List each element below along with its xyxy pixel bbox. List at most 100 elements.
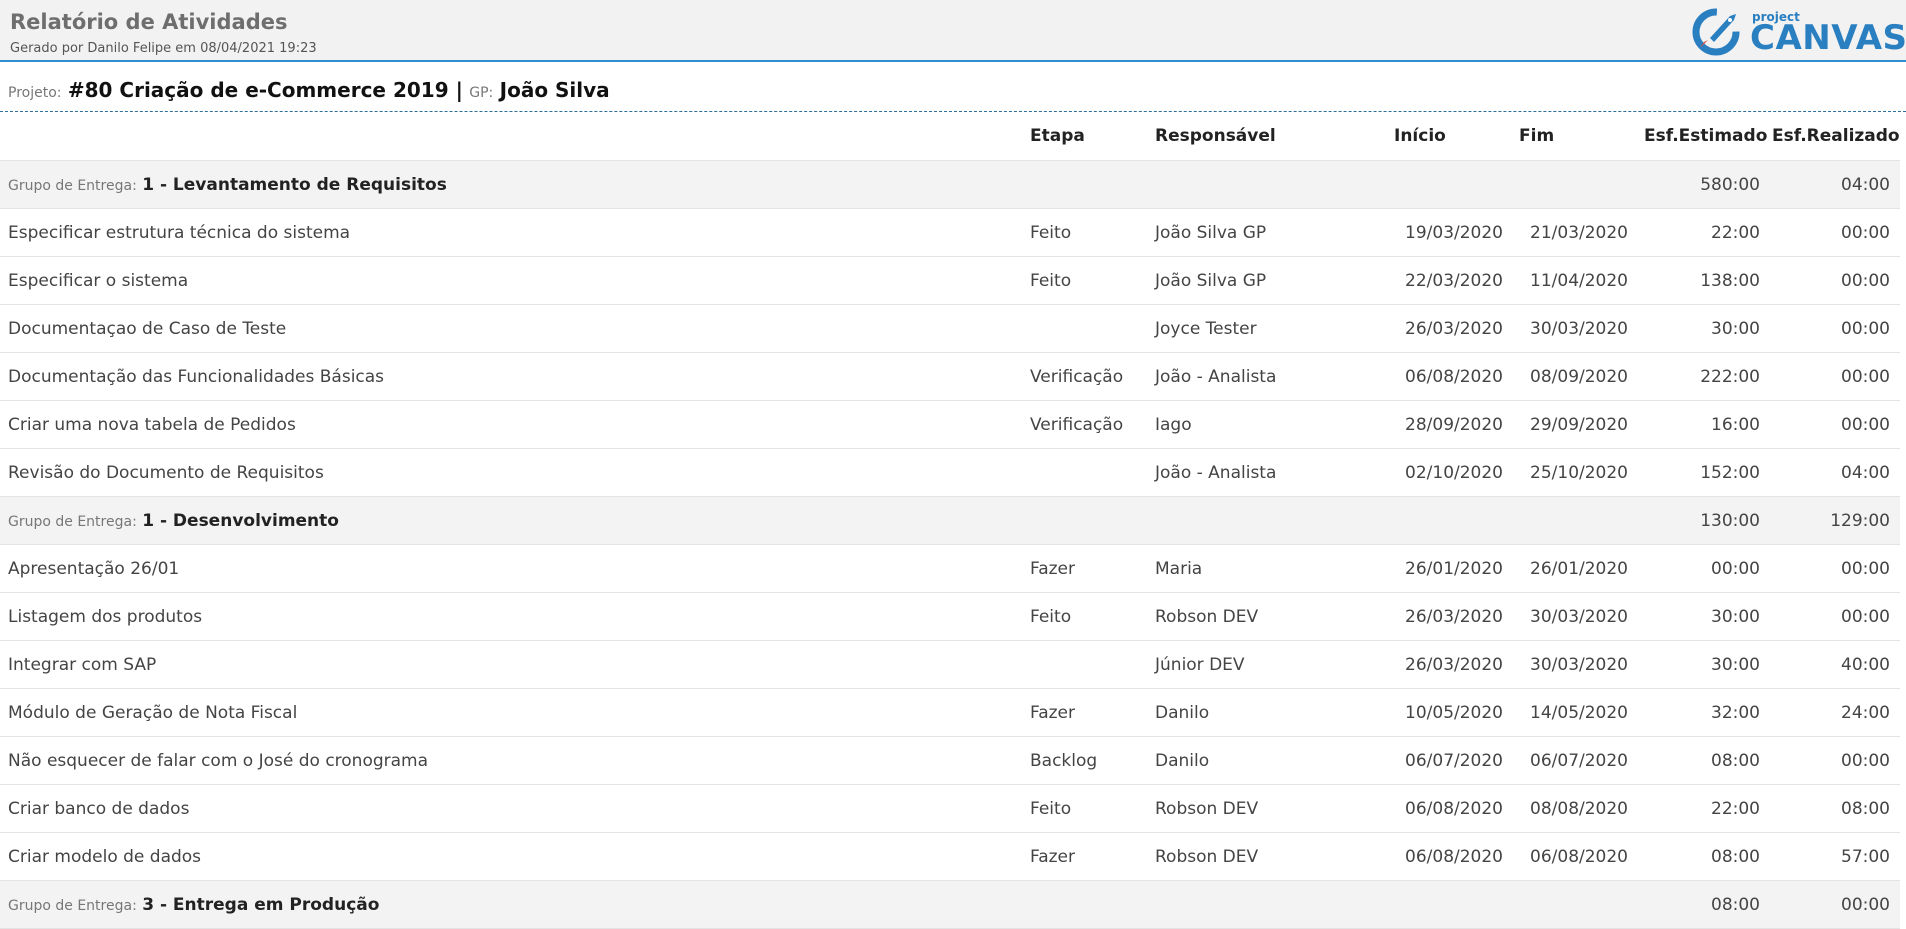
project-name: #80 Criação de e-Commerce 2019 |	[67, 78, 463, 102]
activity-fim: 11/04/2020	[1517, 256, 1642, 305]
activity-description: Criar modelo de dados	[0, 832, 1022, 881]
table-row: Módulo de Geração de Nota Fiscal Fazer Dan…	[0, 688, 1900, 737]
activity-fim: 08/08/2020	[1517, 784, 1642, 833]
table-row: Não esquecer de falar com o José do cron…	[0, 736, 1900, 785]
group-title-cell: Grupo de Entrega: 3 - Entrega em Produçã…	[0, 880, 1642, 929]
logo-canvas-text: CANVAS	[1750, 18, 1906, 58]
activity-esf-estimado: 00:00	[1642, 544, 1770, 593]
column-header-inicio: Início	[1392, 112, 1517, 161]
group-label: Grupo de Entrega:	[8, 897, 137, 914]
activity-responsavel: Robson DEV	[1147, 592, 1392, 641]
table-row: Criar uma nova tabela de Pedidos Verifica…	[0, 400, 1900, 449]
activity-inicio: 10/05/2020	[1392, 688, 1517, 737]
table-row: Criar banco de dados Feito Robson DEV 06/08…	[0, 784, 1900, 833]
activity-etapa	[1022, 448, 1147, 497]
table-row: Listagem dos produtos Feito Robson DEV 26/0…	[0, 592, 1900, 641]
activity-description: Especificar estrutura técnica do sistema	[0, 208, 1022, 257]
project-canvas-logo: project CANVAS	[1690, 4, 1906, 60]
activity-etapa	[1022, 304, 1147, 353]
activity-fim: 30/03/2020	[1517, 304, 1642, 353]
activity-description: Não esquecer de falar com o José do cron…	[0, 736, 1022, 785]
activity-inicio: 26/03/2020	[1392, 640, 1517, 689]
activity-esf-estimado: 22:00	[1642, 784, 1770, 833]
activity-etapa: Feito	[1022, 592, 1147, 641]
activity-responsavel: Iago	[1147, 400, 1392, 449]
activity-responsavel: João Silva GP	[1147, 208, 1392, 257]
activity-description: Documentação das Funcionalidades Básicas	[0, 352, 1022, 401]
activity-inicio: 19/03/2020	[1392, 208, 1517, 257]
activity-description: Documentaçao de Caso de Teste	[0, 304, 1022, 353]
activity-inicio: 22/03/2020	[1392, 256, 1517, 305]
activity-inicio: 06/08/2020	[1392, 784, 1517, 833]
activity-responsavel: João - Analista	[1147, 352, 1392, 401]
group-esf-realizado: 129:00	[1770, 496, 1900, 545]
activity-description: Módulo de Geração de Nota Fiscal	[0, 688, 1022, 737]
gp-name: João Silva	[499, 78, 610, 102]
activity-esf-realizado: 00:00	[1770, 304, 1900, 353]
activity-esf-realizado: 00:00	[1770, 736, 1900, 785]
activity-fim: 21/03/2020	[1517, 208, 1642, 257]
activity-etapa: Feito	[1022, 256, 1147, 305]
activity-esf-realizado: 57:00	[1770, 832, 1900, 881]
group-esf-estimado: 130:00	[1642, 496, 1770, 545]
column-header-esf-realizado: Esf.Realizado	[1770, 112, 1900, 161]
activity-description: Apresentação 26/01	[0, 544, 1022, 593]
activity-responsavel: João - Analista	[1147, 448, 1392, 497]
activity-inicio: 26/01/2020	[1392, 544, 1517, 593]
activity-esf-estimado: 30:00	[1642, 592, 1770, 641]
activity-esf-estimado: 138:00	[1642, 256, 1770, 305]
activity-etapa: Fazer	[1022, 688, 1147, 737]
rocket-icon	[1692, 8, 1740, 56]
activity-esf-realizado: 00:00	[1770, 352, 1900, 401]
activity-inicio: 02/10/2020	[1392, 448, 1517, 497]
activity-description: Especificar o sistema	[0, 256, 1022, 305]
group-name: 3 - Entrega em Produção	[142, 894, 380, 915]
gp-label: GP:	[469, 85, 494, 101]
activities-table: Etapa Responsável Início Fim Esf.Estimad…	[0, 112, 1900, 929]
activity-esf-estimado: 08:00	[1642, 736, 1770, 785]
activity-etapa: Verificação	[1022, 400, 1147, 449]
group-title-cell: Grupo de Entrega: 1 - Levantamento de Re…	[0, 160, 1642, 209]
table-row: Documentação das Funcionalidades Básicas…	[0, 352, 1900, 401]
activity-esf-realizado: 40:00	[1770, 640, 1900, 689]
table-row: Especificar estrutura técnica do sistema…	[0, 208, 1900, 257]
activity-responsavel: Danilo	[1147, 736, 1392, 785]
group-esf-realizado: 04:00	[1770, 160, 1900, 209]
activity-etapa	[1022, 640, 1147, 689]
activity-description: Criar banco de dados	[0, 784, 1022, 833]
report-header: Relatório de Atividades Gerado por Danil…	[0, 0, 1906, 62]
activity-responsavel: Maria	[1147, 544, 1392, 593]
group-row: Grupo de Entrega: 1 - Levantamento de Re…	[0, 160, 1900, 209]
table-row: Especificar o sistema Feito João Silva GP 2…	[0, 256, 1900, 305]
activity-esf-realizado: 04:00	[1770, 448, 1900, 497]
group-label: Grupo de Entrega:	[8, 513, 137, 530]
group-esf-realizado: 00:00	[1770, 880, 1900, 929]
activity-inicio: 28/09/2020	[1392, 400, 1517, 449]
activity-esf-realizado: 00:00	[1770, 544, 1900, 593]
report-title: Relatório de Atividades	[10, 10, 288, 34]
group-row: Grupo de Entrega: 3 - Entrega em Produçã…	[0, 880, 1900, 929]
activity-esf-estimado: 16:00	[1642, 400, 1770, 449]
column-header-description	[0, 112, 1022, 161]
table-row: Integrar com SAP Júnior DEV 26/03/2020 30/0…	[0, 640, 1900, 689]
table-row: Documentaçao de Caso de Teste Joyce Teste…	[0, 304, 1900, 353]
group-row: Grupo de Entrega: 1 - Desenvolvimento 130…	[0, 496, 1900, 545]
activity-responsavel: Danilo	[1147, 688, 1392, 737]
activity-inicio: 26/03/2020	[1392, 592, 1517, 641]
activity-esf-estimado: 30:00	[1642, 304, 1770, 353]
activity-fim: 14/05/2020	[1517, 688, 1642, 737]
activity-description: Listagem dos produtos	[0, 592, 1022, 641]
column-header-etapa: Etapa	[1022, 112, 1147, 161]
activity-etapa: Feito	[1022, 208, 1147, 257]
activity-fim: 08/09/2020	[1517, 352, 1642, 401]
activity-esf-realizado: 08:00	[1770, 784, 1900, 833]
activity-esf-estimado: 30:00	[1642, 640, 1770, 689]
activity-esf-estimado: 32:00	[1642, 688, 1770, 737]
activity-inicio: 06/08/2020	[1392, 832, 1517, 881]
group-title-cell: Grupo de Entrega: 1 - Desenvolvimento	[0, 496, 1642, 545]
activity-fim: 30/03/2020	[1517, 592, 1642, 641]
group-esf-estimado: 580:00	[1642, 160, 1770, 209]
activity-responsavel: Joyce Tester	[1147, 304, 1392, 353]
activity-fim: 06/07/2020	[1517, 736, 1642, 785]
activity-esf-realizado: 00:00	[1770, 592, 1900, 641]
